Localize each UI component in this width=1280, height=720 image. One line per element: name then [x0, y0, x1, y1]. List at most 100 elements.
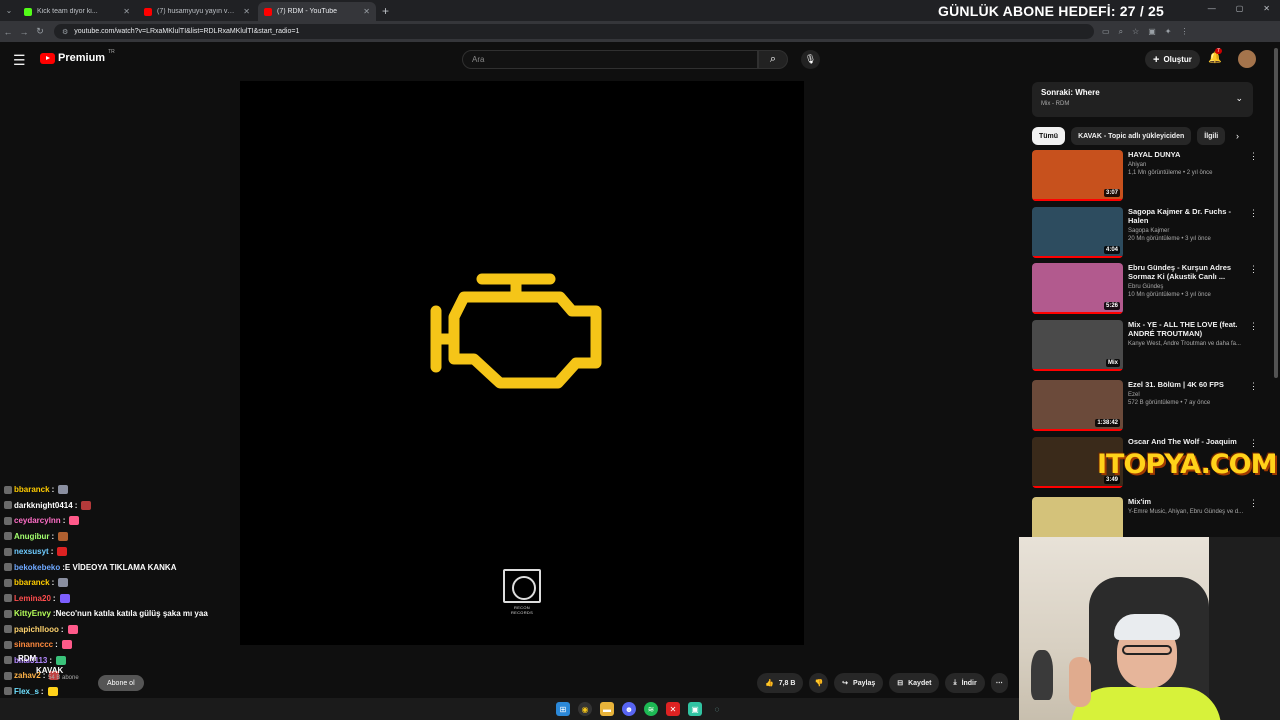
hamburger-menu-icon[interactable]: ☰	[13, 52, 26, 69]
recommendation-item[interactable]: 1:38:42 Ezel 31. Bölüm | 4K 60 FPS Ezel 572…	[1032, 380, 1258, 434]
url-field[interactable]: ⚙ youtube.com/watch?v=LRxaMKlulTI&list=R…	[54, 24, 1094, 39]
windows-taskbar: ⊞ ◉ ▬ ☻ ≋ ✕ ▣ ◌	[0, 698, 1019, 720]
dislike-button[interactable]: 👎	[809, 673, 829, 693]
xsplit-icon[interactable]: ✕	[666, 702, 680, 716]
close-icon[interactable]: ✕	[243, 7, 250, 16]
puzzle-icon[interactable]: ✦	[1165, 27, 1172, 37]
video-title[interactable]: Mix - YE - ALL THE LOVE (feat. ANDRÉ TRO…	[1128, 320, 1248, 338]
maximize-icon[interactable]: ▢	[1236, 4, 1244, 13]
notifications-button[interactable]: 🔔 7	[1208, 48, 1222, 64]
share-button[interactable]: ↪ Paylaş	[834, 673, 884, 693]
channel-name: RDM	[18, 654, 37, 663]
video-thumbnail[interactable]: 4:04	[1032, 207, 1123, 258]
file-explorer-icon[interactable]: ▬	[600, 702, 614, 716]
download-button[interactable]: ⤓ İndir	[945, 673, 985, 693]
video-channel[interactable]: Y-Emre Music, Ahiyan, Ebru Gündeş ve d..…	[1128, 509, 1248, 515]
cast-icon[interactable]: ▭	[1102, 27, 1110, 37]
chevron-down-icon[interactable]: ⌄	[1235, 93, 1243, 104]
site-info-icon[interactable]: ⚙	[62, 28, 68, 36]
channel-info[interactable]: RDM KAVAK 54 B abone	[18, 654, 79, 681]
browser-tab-rdm[interactable]: (7) RDM - YouTube ✕	[258, 2, 376, 21]
voice-search-button[interactable]: 🎙	[801, 50, 820, 69]
subscribe-button[interactable]: Abone ol	[98, 675, 144, 691]
create-button[interactable]: + Oluştur	[1145, 50, 1200, 69]
more-actions-button[interactable]: ⋯	[990, 673, 1008, 693]
chip-from-uploader[interactable]: KAVAK - Topic adlı yükleyiciden	[1071, 127, 1192, 145]
more-options-icon[interactable]: ⋮	[1249, 208, 1258, 219]
uploader-name: KAVAK	[36, 666, 64, 675]
chat-badge-icon	[4, 609, 12, 618]
video-title[interactable]: Ezel 31. Bölüm | 4K 60 FPS	[1128, 380, 1248, 389]
video-meta: Mix'im Y-Emre Music, Ahiyan, Ebru Gündeş …	[1128, 497, 1248, 517]
reload-icon[interactable]: ↻	[32, 26, 48, 37]
chevron-right-icon[interactable]: ›	[1236, 131, 1239, 141]
chrome-icon[interactable]: ◉	[578, 702, 592, 716]
minimize-icon[interactable]: —	[1208, 4, 1216, 13]
video-title[interactable]: Ebru Gündeş - Kurşun Adres Sormaz Ki (Ak…	[1128, 263, 1248, 281]
save-button[interactable]: ⊟ Kaydet	[889, 673, 940, 693]
video-views: 10 Mn görüntüleme • 3 yıl önce	[1128, 292, 1211, 298]
more-options-icon[interactable]: ⋮	[1249, 264, 1258, 275]
video-thumbnail[interactable]: 1:38:42	[1032, 380, 1123, 431]
menu-dots-icon[interactable]: ⋮	[1180, 27, 1188, 37]
search-input[interactable]: Ara	[462, 50, 758, 69]
close-icon[interactable]: ✕	[123, 7, 130, 16]
youtube-premium-logo[interactable]: Premium TR	[40, 49, 115, 64]
video-channel[interactable]: Ezel	[1128, 392, 1248, 398]
more-options-icon[interactable]: ⋮	[1249, 381, 1258, 392]
tab-title: (7) RDM - YouTube	[277, 8, 338, 15]
video-channel[interactable]: Sagopa Kajmer	[1128, 228, 1248, 234]
video-views: 572 B görüntüleme • 7 ay önce	[1128, 400, 1211, 406]
recommendation-item[interactable]: 5:26 Ebru Gündeş - Kurşun Adres Sormaz Ki…	[1032, 263, 1258, 317]
browser-tab-youtube-stream[interactable]: (7) husamyuyu yayın vakti 16 · ✕	[138, 2, 256, 21]
streamlabs-icon[interactable]: ▣	[688, 702, 702, 716]
url-text: youtube.com/watch?v=LRxaMKlulTI&list=RDL…	[74, 28, 300, 35]
video-player[interactable]: RECON RECORDS	[240, 81, 804, 645]
video-thumbnail[interactable]: Mix	[1032, 320, 1123, 371]
tab-title: (7) husamyuyu yayın vakti 16 ·	[157, 8, 239, 15]
forward-icon[interactable]: →	[16, 27, 32, 37]
extension-icon[interactable]: ▣	[1148, 27, 1156, 37]
recommendation-item[interactable]: 3:07 HAYAL DUNYA Ahiyan 1,1 Mn görüntüleme …	[1032, 150, 1258, 204]
close-icon[interactable]: ✕	[363, 7, 370, 16]
more-options-icon[interactable]: ⋮	[1249, 498, 1258, 509]
more-options-icon[interactable]: ⋮	[1249, 151, 1258, 162]
back-icon[interactable]: ←	[0, 27, 16, 37]
logo-text: Premium	[58, 52, 106, 64]
video-title[interactable]: Sagopa Kajmer & Dr. Fuchs - Halen	[1128, 207, 1248, 225]
video-thumbnail[interactable]: 3:07	[1032, 150, 1123, 201]
video-channel[interactable]: Kanye West, Andre Troutman ve daha fa...	[1128, 341, 1248, 347]
video-thumbnail[interactable]: 5:26	[1032, 263, 1123, 314]
more-options-icon[interactable]: ⋮	[1249, 438, 1258, 449]
video-channel[interactable]: Ahiyan	[1128, 162, 1248, 168]
close-window-icon[interactable]: ✕	[1263, 4, 1270, 13]
discord-icon[interactable]: ☻	[622, 702, 636, 716]
chat-message: bbaranck :	[0, 575, 240, 591]
up-next-title: Sonraki: Where	[1041, 88, 1100, 97]
video-channel[interactable]: Ebru Gündeş	[1128, 284, 1248, 290]
new-tab-button[interactable]: +	[382, 4, 389, 18]
recommendation-item[interactable]: Mix Mix - YE - ALL THE LOVE (feat. ANDRÉ …	[1032, 320, 1258, 374]
app-icon[interactable]: ◌	[710, 702, 724, 716]
video-title[interactable]: Mix'im	[1128, 497, 1248, 506]
chat-separator: :	[40, 686, 44, 696]
bookmark-star-icon[interactable]: ☆	[1132, 27, 1139, 37]
chat-text: Neco'nun katıla katıla gülüş şaka mı yaa	[55, 609, 208, 619]
account-avatar[interactable]	[1238, 50, 1256, 68]
chip-related[interactable]: İlgili	[1197, 127, 1226, 145]
page-scrollbar[interactable]	[1274, 48, 1278, 378]
mix-playlist-header[interactable]: Sonraki: Where Mix - RDM ⌄	[1032, 82, 1253, 117]
windows-start-icon[interactable]: ⊞	[556, 702, 570, 716]
tab-search-icon[interactable]: ⌄	[0, 6, 18, 15]
browser-tab-kick[interactable]: Kick team diyor ki... ✕	[18, 2, 136, 21]
more-options-icon[interactable]: ⋮	[1249, 321, 1258, 332]
video-title[interactable]: Oscar And The Wolf - Joaquim	[1128, 437, 1248, 446]
zoom-icon[interactable]: ⌕	[1119, 27, 1123, 37]
like-button[interactable]: 👍 7,8 B	[757, 673, 804, 693]
search-button[interactable]: ⌕	[758, 50, 788, 69]
spotify-icon[interactable]: ≋	[644, 702, 658, 716]
video-title[interactable]: HAYAL DUNYA	[1128, 150, 1248, 159]
recommendation-item[interactable]: 4:04 Sagopa Kajmer & Dr. Fuchs - Halen Sag…	[1032, 207, 1258, 261]
chat-username: ceydarcylnn	[14, 516, 61, 526]
chip-all[interactable]: Tümü	[1032, 127, 1066, 145]
